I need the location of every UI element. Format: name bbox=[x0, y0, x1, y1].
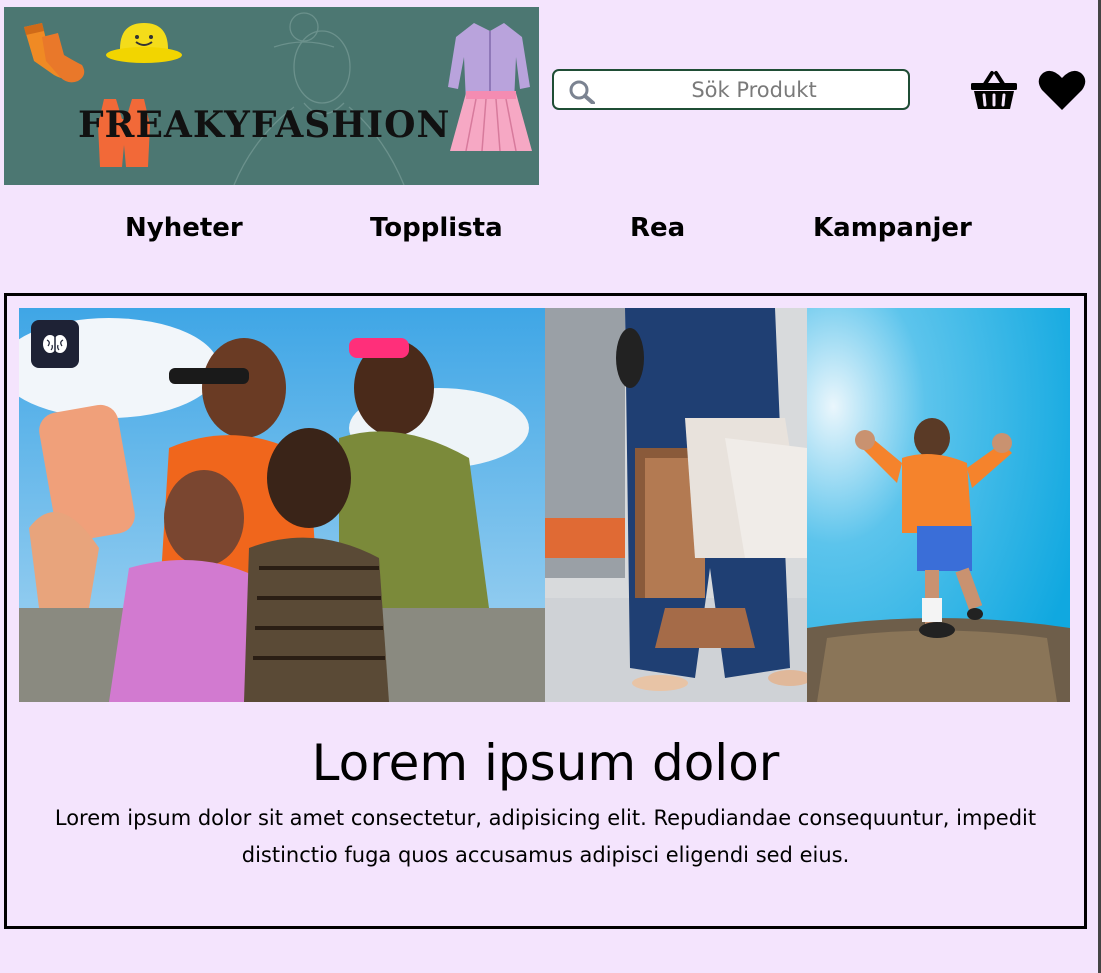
hero-title: Lorem ipsum dolor bbox=[311, 734, 780, 792]
shopping-bags-image bbox=[545, 308, 807, 702]
logo-text: FREAKYFASHION bbox=[78, 104, 451, 146]
brain-icon bbox=[43, 335, 67, 353]
jumping-man-image bbox=[807, 308, 1070, 702]
nav-link-topplista[interactable]: Topplista bbox=[370, 213, 503, 243]
nav-link-rea[interactable]: Rea bbox=[630, 213, 685, 243]
brand-logo[interactable]: FREAKYFASHION bbox=[4, 7, 539, 185]
pleated-skirt-icon bbox=[450, 91, 532, 152]
page: FREAKYFASHION Nyheter Topplista Rea Kamp… bbox=[0, 0, 1101, 973]
heart-icon[interactable] bbox=[1038, 69, 1086, 111]
nav-link-kampanjer[interactable]: Kampanjer bbox=[813, 213, 972, 243]
basket-icon[interactable] bbox=[970, 70, 1018, 110]
search-icon[interactable] bbox=[569, 80, 595, 104]
hero-card: Lorem ipsum dolor Lorem ipsum dolor sit … bbox=[4, 293, 1087, 929]
nav-link-nyheter[interactable]: Nyheter bbox=[125, 213, 243, 243]
friends-selfie-image bbox=[19, 308, 545, 702]
hero-description: Lorem ipsum dolor sit amet consectetur, … bbox=[54, 806, 1037, 867]
hero-image-strip bbox=[19, 308, 1070, 702]
ai-badge[interactable] bbox=[31, 320, 79, 368]
search-input[interactable] bbox=[604, 71, 904, 108]
search-box[interactable] bbox=[552, 69, 910, 110]
socks-icon bbox=[24, 23, 85, 83]
bucket-hat-icon bbox=[106, 23, 182, 63]
